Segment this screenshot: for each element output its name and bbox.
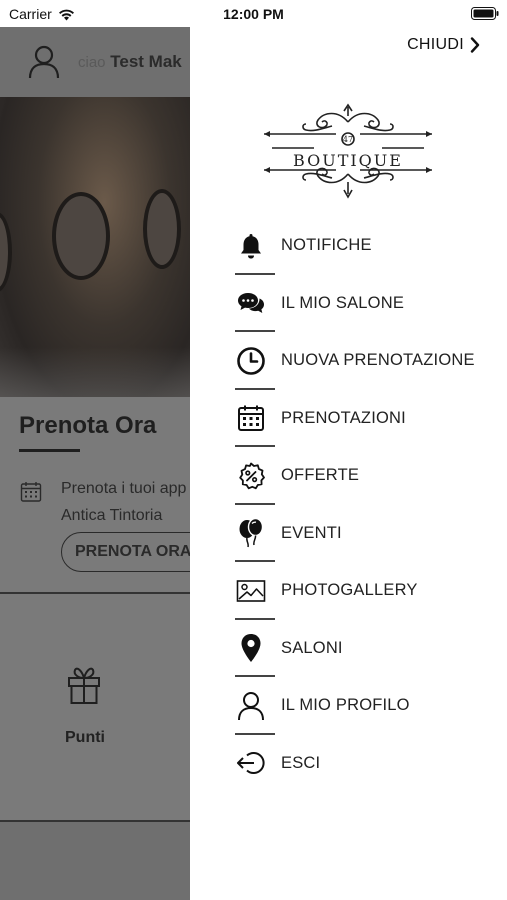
chat-bubbles-icon [235,287,267,319]
menu-item-notifiche[interactable]: NOTIFICHE [235,217,495,275]
menu-label: NOTIFICHE [281,236,372,255]
points-label: Punti [65,729,105,746]
description-line-1: Prenota i tuoi app [61,480,187,497]
booking-description: Prenota i tuoi app Antica Tintoria [61,475,186,529]
chevron-right-icon [470,37,480,53]
divider [0,592,190,594]
hero-image [0,97,190,467]
user-name: Test Mak [110,52,182,71]
calendar-icon [235,402,267,434]
title-underline [19,449,80,452]
user-icon [235,690,267,722]
background-screen-overlay[interactable]: ciao Test Mak Prenota Ora Prenota i tuoi… [0,27,190,900]
menu-label: IL MIO SALONE [281,293,405,312]
menu-label: PRENOTAZIONI [281,408,406,427]
menu-item-esci[interactable]: ESCI [235,735,495,793]
greeting: ciao Test Mak [78,52,182,72]
close-label: CHIUDI [407,36,464,53]
logo-number: 47 [342,135,354,144]
menu-item-offerte[interactable]: OFFERTE [235,447,495,505]
book-now-button[interactable]: PRENOTA ORA [61,532,190,572]
discount-badge-icon [235,460,267,492]
map-pin-icon [235,632,267,664]
gift-icon [68,667,100,704]
close-drawer-button[interactable]: CHIUDI [407,36,480,54]
greeting-prefix: ciao [78,54,106,71]
battery-icon [471,7,499,20]
menu-label: PHOTOGALLERY [281,581,418,600]
clock-time: 12:00 PM [223,6,284,22]
clock-icon [235,345,267,377]
menu-item-eventi[interactable]: EVENTI [235,505,495,562]
menu-item-il-mio-salone[interactable]: IL MIO SALONE [235,275,495,332]
logout-icon [235,747,267,779]
background-footer [0,822,190,900]
description-line-2: Antica Tintoria [61,507,163,524]
logo-wordmark: BOUTIQUE [293,151,403,170]
menu-label: IL MIO PROFILO [281,696,410,715]
calendar-icon [20,482,42,502]
user-icon [28,45,60,79]
menu-label: ESCI [281,753,321,772]
balloons-icon [235,517,267,549]
menu-label: OFFERTE [281,466,360,485]
boutique-logo: 47 BOUTIQUE [262,102,434,202]
side-menu-drawer: CHIUDI 47 BOUTIQUE NOTIFICHE IL MIO SALO… [190,27,507,900]
menu-item-prenotazioni[interactable]: PRENOTAZIONI [235,390,495,447]
menu-item-saloni[interactable]: SALONI [235,620,495,677]
status-bar: Carrier 12:00 PM [0,0,507,27]
background-header: ciao Test Mak [0,27,190,97]
section-title: Prenota Ora [19,412,157,439]
drawer-menu: NOTIFICHE IL MIO SALONE NUOVA PRENOTAZIO… [235,217,495,792]
bell-icon [235,230,267,262]
menu-item-photogallery[interactable]: PHOTOGALLERY [235,562,495,620]
menu-item-il-mio-profilo[interactable]: IL MIO PROFILO [235,677,495,735]
menu-label: SALONI [281,638,343,657]
menu-label: EVENTI [281,523,342,542]
image-icon [235,575,267,607]
menu-label: NUOVA PRENOTAZIONE [281,351,475,370]
menu-item-nuova-prenotazione[interactable]: NUOVA PRENOTAZIONE [235,332,495,390]
